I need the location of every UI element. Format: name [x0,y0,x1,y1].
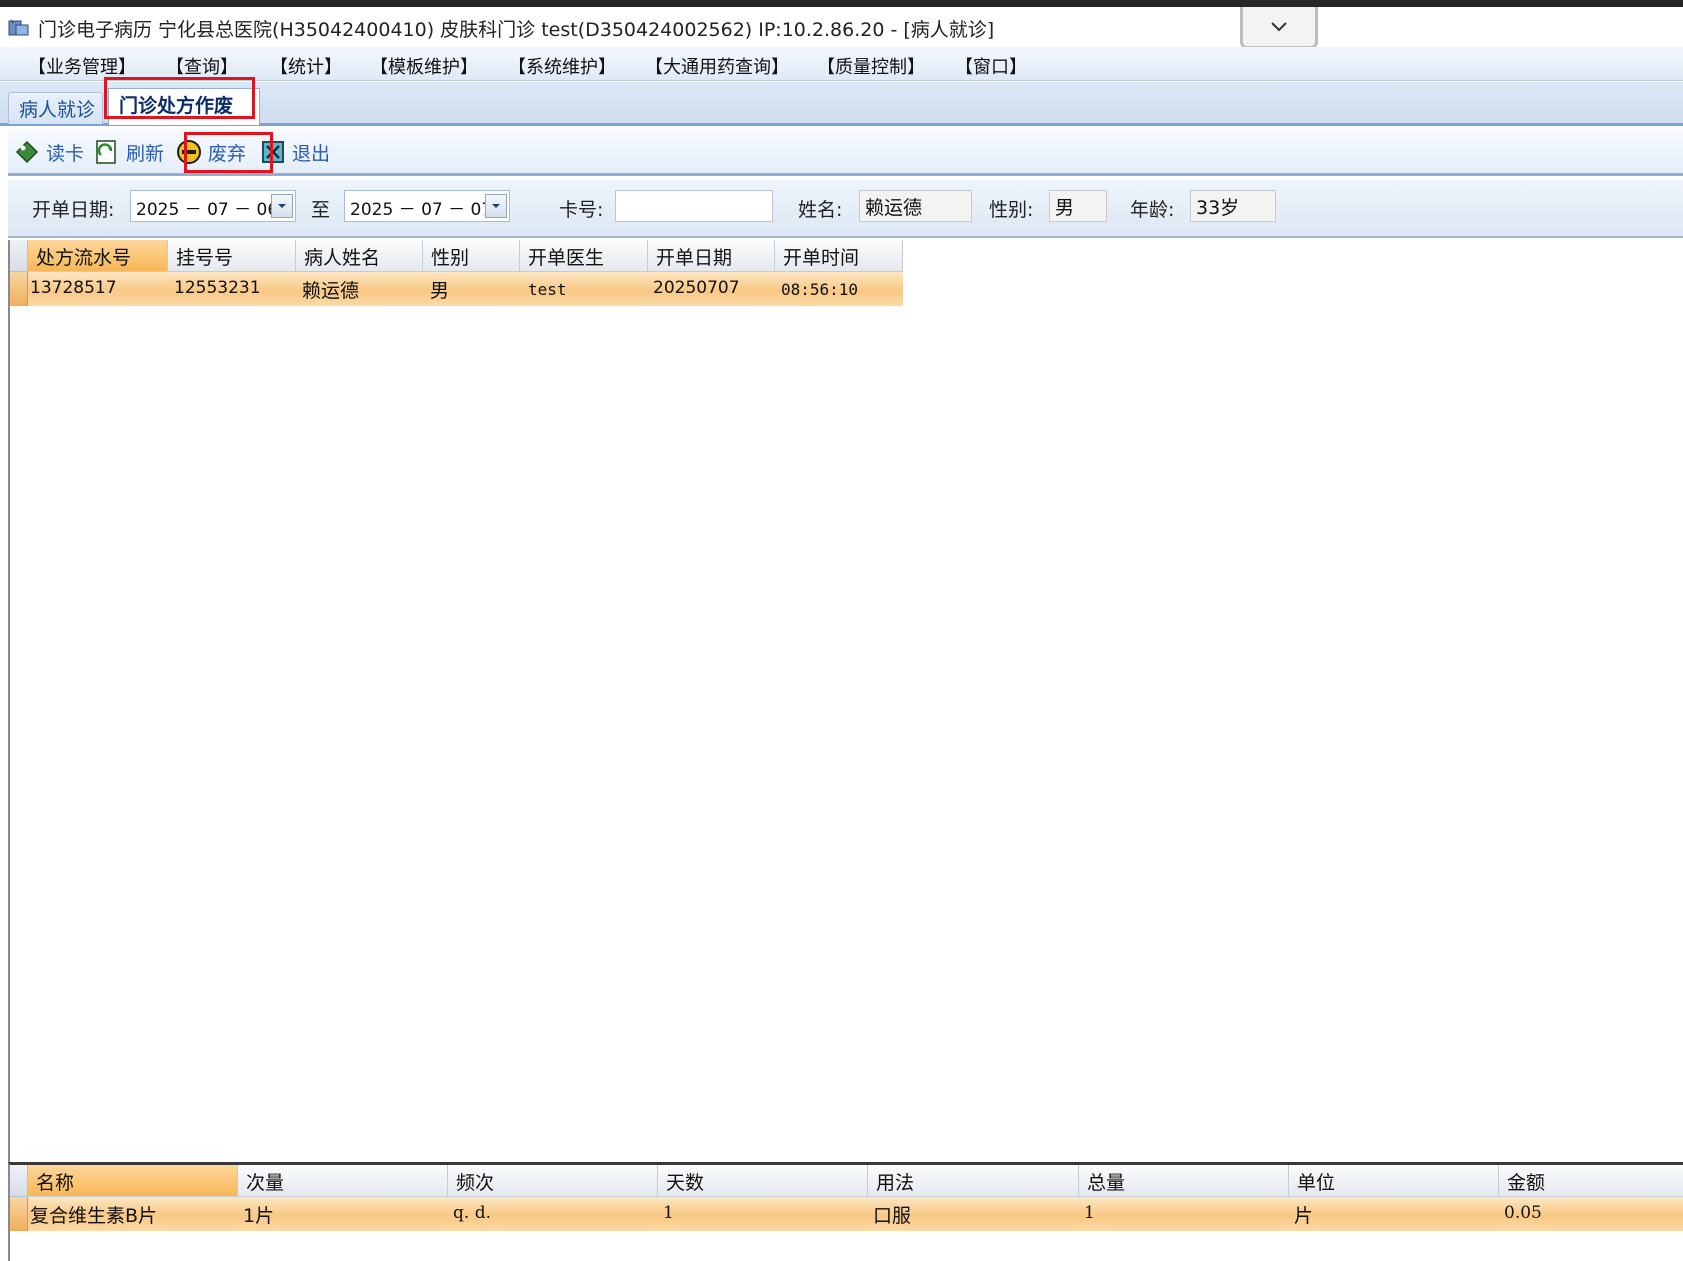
date-label: 开单日期: [32,199,115,221]
window-title: 门诊电子病历 宁化县总医院(H35042400410) 皮肤科门诊 test(D… [38,19,995,41]
menu-business[interactable]: 【业务管理】 [28,53,136,79]
column-header-serial[interactable]: 处方流水号 [28,240,168,272]
caret-down-icon [492,204,500,208]
column-header-doctor[interactable]: 开单医生 [520,240,648,272]
column-header-days[interactable]: 天数 [658,1165,868,1197]
column-header-total[interactable]: 总量 [1079,1165,1289,1197]
menu-window[interactable]: 【窗口】 [955,53,1027,79]
column-header-registration[interactable]: 挂号号 [168,240,296,272]
exit-label: 退出 [292,142,331,165]
row-selector[interactable] [10,272,28,306]
menu-drug-query[interactable]: 【大通用药查询】 [645,53,789,79]
discard-button[interactable]: 废弃 [176,136,246,168]
window-dropdown-button[interactable] [1240,7,1318,49]
menu-quality[interactable]: 【质量控制】 [817,53,925,79]
date-from-value: 2025 － 07 － 06 [136,200,279,220]
discard-label: 废弃 [208,142,247,165]
refresh-icon [96,140,116,164]
column-header-date[interactable]: 开单日期 [648,240,775,272]
cell-days: 1 [663,1203,674,1223]
discard-icon [177,140,201,164]
cell-unit: 片 [1294,1205,1314,1227]
cell-dose: 1片 [243,1205,275,1227]
cell-usage: 口服 [873,1205,912,1227]
row-selector[interactable] [10,1197,28,1231]
name-label: 姓名: [798,199,843,221]
tab-strip: 病人就诊 门诊处方作废 [0,82,1683,126]
detail-grid: 名称 次量 频次 天数 用法 总量 单位 金额 复合维生素B片 1片 q. d.… [8,1162,1683,1261]
card-label: 卡号: [559,199,604,221]
column-header-unit[interactable]: 单位 [1289,1165,1499,1197]
date-to-dropdown[interactable] [485,194,507,218]
column-header-time[interactable]: 开单时间 [775,240,903,272]
cell-doctor: test [528,280,567,299]
filter-bar: 开单日期: 2025 － 07 － 06 至 2025 － 07 － 07 卡号… [8,180,1683,238]
menu-statistics[interactable]: 【统计】 [270,53,342,79]
table-row[interactable]: 复合维生素B片 1片 q. d. 1 口服 1 片 0.05 [10,1197,1683,1231]
age-label: 年龄: [1130,199,1175,221]
date-from-dropdown[interactable] [271,194,293,218]
age-field[interactable]: 33岁 [1190,190,1276,222]
cell-serial: 13728517 [30,278,117,298]
toolbar: 读卡 刷新 废弃 退出 [8,129,1683,176]
card-reader-icon [15,140,39,164]
table-row[interactable]: 13728517 12553231 赖运德 男 test 20250707 08… [10,272,903,306]
window-top-edge [0,0,1683,7]
column-header-dose[interactable]: 次量 [238,1165,448,1197]
column-header-patient-name[interactable]: 病人姓名 [296,240,423,272]
caret-down-icon [278,204,286,208]
cell-time: 08:56:10 [781,280,859,299]
column-header-gender[interactable]: 性别 [423,240,520,272]
refresh-label: 刷新 [126,142,165,165]
grid-corner [10,1165,28,1197]
card-number-input[interactable] [615,190,773,222]
date-to-value: 2025 － 07 － 07 [350,200,493,220]
date-from-picker[interactable]: 2025 － 07 － 06 [130,190,296,222]
grid-corner [10,240,28,272]
column-header-usage[interactable]: 用法 [868,1165,1079,1197]
menu-system[interactable]: 【系统维护】 [508,53,616,79]
to-label: 至 [311,199,331,221]
cell-registration: 12553231 [174,278,261,298]
date-to-picker[interactable]: 2025 － 07 － 07 [344,190,510,222]
refresh-button[interactable]: 刷新 [94,136,164,168]
menu-template[interactable]: 【模板维护】 [370,53,478,79]
column-header-frequency[interactable]: 频次 [448,1165,658,1197]
gender-label: 性别: [989,199,1034,221]
patient-name-field[interactable]: 赖运德 [859,190,972,222]
read-card-label: 读卡 [46,142,85,165]
cell-total: 1 [1084,1203,1095,1223]
prescription-grid: 处方流水号 挂号号 病人姓名 性别 开单医生 开单日期 开单时间 1372851… [8,240,1683,1162]
menu-bar: 【业务管理】 【查询】 【统计】 【模板维护】 【系统维护】 【大通用药查询】 … [0,47,1683,81]
chevron-down-icon [1271,21,1287,31]
cell-frequency: q. d. [453,1203,491,1223]
cell-date: 20250707 [653,278,740,298]
tab-prescription-void[interactable]: 门诊处方作废 [108,88,260,125]
cell-amount: 0.05 [1504,1203,1542,1223]
app-icon [8,19,29,36]
exit-button[interactable]: 退出 [260,136,330,168]
column-header-amount[interactable]: 金额 [1499,1165,1683,1197]
read-card-button[interactable]: 读卡 [14,136,84,168]
gender-field[interactable]: 男 [1049,190,1107,222]
title-bar: 门诊电子病历 宁化县总医院(H35042400410) 皮肤科门诊 test(D… [0,7,1683,49]
tab-patient-visit[interactable]: 病人就诊 [8,92,103,124]
cell-gender: 男 [430,280,450,302]
column-header-drug-name[interactable]: 名称 [28,1165,238,1197]
cell-drug-name: 复合维生素B片 [30,1205,158,1227]
exit-icon [262,141,284,163]
menu-query[interactable]: 【查询】 [166,53,238,79]
cell-patient-name: 赖运德 [302,280,360,302]
